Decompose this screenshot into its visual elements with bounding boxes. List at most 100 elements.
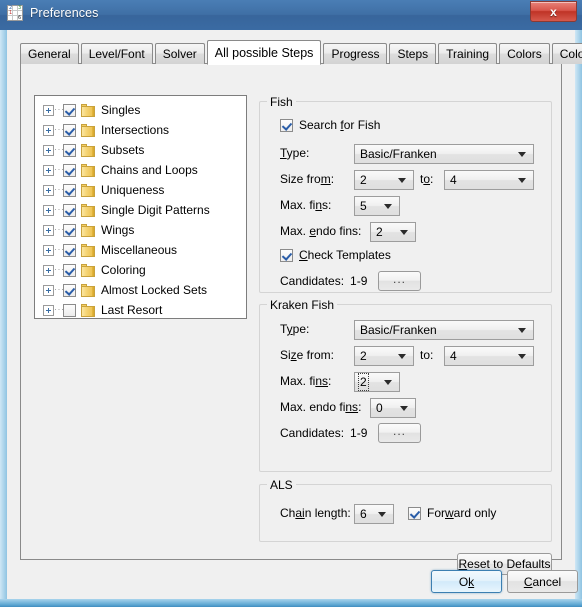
fish-size-from-combo[interactable]: 2 — [354, 170, 414, 190]
reset-to-defaults-label: Reset to Defaults — [458, 557, 551, 571]
tab-panel-all-possible-steps: ··· Singles ··· Intersections ··· Subsets ··· C… — [20, 63, 562, 575]
expand-plus-icon[interactable] — [43, 244, 54, 256]
tree-item-checkbox[interactable] — [63, 203, 76, 217]
tree-item-label: Singles — [101, 103, 141, 117]
tree-item[interactable]: ··· Single Digit Patterns — [35, 200, 246, 220]
tree-item-checkbox[interactable] — [63, 243, 76, 257]
tree-connector: ··· — [54, 303, 65, 314]
title-bar[interactable]: 2 3 1 6 Preferences x — [0, 0, 582, 30]
folder-icon — [81, 183, 95, 197]
tree-connector: ··· — [54, 103, 65, 114]
fish-candidates-label: Candidates: — [280, 274, 345, 288]
expand-plus-icon[interactable] — [43, 304, 54, 316]
chevron-down-icon — [518, 178, 526, 183]
folder-icon — [81, 103, 95, 117]
folder-icon — [81, 243, 95, 257]
tree-item[interactable]: ··· Subsets — [35, 140, 246, 160]
fish-size-to-combo[interactable]: 4 — [444, 170, 534, 190]
kraken-candidates-row: Candidates: 1-9 — [280, 426, 367, 440]
kraken-type-combo[interactable]: Basic/Franken — [354, 320, 534, 340]
tree-item-checkbox[interactable] — [63, 183, 76, 197]
tree-connector: ··· — [54, 123, 65, 134]
ok-button[interactable]: Ok — [431, 570, 502, 593]
ok-label: Ok — [458, 574, 475, 589]
tab-training[interactable]: Training — [438, 43, 498, 64]
tab-colors[interactable]: Colors — [499, 43, 550, 64]
tree-item[interactable]: ··· Miscellaneous — [35, 240, 246, 260]
tree-item-checkbox[interactable] — [63, 283, 76, 297]
kraken-size-to-combo[interactable]: 4 — [444, 346, 534, 366]
tab-colorku[interactable]: ColorKu — [551, 43, 582, 64]
fish-candidates-button[interactable]: ... — [378, 271, 421, 291]
tree-item-checkbox[interactable] — [63, 123, 76, 137]
kraken-max-endo-fins-value: 0 — [376, 401, 383, 415]
tab-general[interactable]: General — [20, 43, 79, 64]
tree-item[interactable]: ··· Singles — [35, 100, 246, 120]
check-templates-label: Check Templates — [299, 248, 391, 262]
tree-connector: ··· — [54, 283, 65, 294]
tree-item-checkbox[interactable] — [63, 103, 76, 117]
expand-plus-icon[interactable] — [43, 184, 54, 196]
tree-item[interactable]: ··· Uniqueness — [35, 180, 246, 200]
checkbox-box — [280, 118, 293, 132]
folder-icon — [81, 263, 95, 277]
tab-solver[interactable]: Solver — [154, 43, 205, 64]
expand-plus-icon[interactable] — [43, 104, 54, 116]
tree-item[interactable]: ··· Coloring — [35, 260, 246, 280]
checkbox-box — [280, 248, 293, 262]
tree-connector: ··· — [54, 263, 65, 274]
tree-connector: ··· — [54, 223, 65, 234]
expand-plus-icon[interactable] — [43, 144, 54, 156]
chevron-down-icon — [400, 406, 408, 411]
folder-icon — [81, 163, 95, 177]
tree-item[interactable]: ··· Intersections — [35, 120, 246, 140]
kraken-max-endo-fins-combo[interactable]: 0 — [370, 398, 416, 418]
tree-item[interactable]: ··· Last Resort — [35, 300, 246, 318]
kraken-group-legend: Kraken Fish — [267, 298, 338, 312]
forward-only-checkbox[interactable]: Forward only — [408, 506, 496, 520]
tree-item-checkbox[interactable] — [63, 303, 76, 317]
tree-item-checkbox[interactable] — [63, 143, 76, 157]
fish-max-fins-combo[interactable]: 5 — [354, 196, 400, 216]
kraken-candidates-button[interactable]: ... — [378, 423, 421, 443]
folder-icon — [81, 203, 95, 217]
expand-plus-icon[interactable] — [43, 284, 54, 296]
tree-item[interactable]: ··· Chains and Loops — [35, 160, 246, 180]
als-group-legend: ALS — [267, 478, 296, 492]
kraken-size-from-combo[interactable]: 2 — [354, 346, 414, 366]
tab-progress[interactable]: Progress — [323, 43, 388, 64]
als-chain-length-combo[interactable]: 6 — [354, 504, 394, 524]
fish-max-fins-value: 5 — [360, 199, 367, 213]
check-templates-checkbox[interactable]: Check Templates — [280, 248, 391, 262]
tree-item-label: Chains and Loops — [101, 163, 198, 177]
expand-plus-icon[interactable] — [43, 164, 54, 176]
chevron-down-icon — [400, 230, 408, 235]
window-frame-right — [575, 30, 582, 607]
tree-item[interactable]: ··· Wings — [35, 220, 246, 240]
cancel-button[interactable]: Cancel — [507, 570, 578, 593]
expand-plus-icon[interactable] — [43, 124, 54, 136]
kraken-type-label: Type: — [280, 322, 310, 336]
folder-icon — [81, 143, 95, 157]
expand-plus-icon[interactable] — [43, 224, 54, 236]
tree-item-checkbox[interactable] — [63, 263, 76, 277]
close-button[interactable]: x — [530, 1, 577, 22]
chevron-down-icon — [518, 328, 526, 333]
search-for-fish-checkbox[interactable]: Search for Fish — [280, 118, 380, 132]
tree-connector: ··· — [54, 163, 65, 174]
kraken-max-fins-label: Max. fins: — [280, 374, 332, 388]
fish-max-endo-fins-combo[interactable]: 2 — [370, 222, 416, 242]
tree-item-checkbox[interactable] — [63, 223, 76, 237]
technique-tree[interactable]: ··· Singles ··· Intersections ··· Subsets ··· C… — [34, 95, 247, 319]
tab-all-possible-steps[interactable]: All possible Steps — [206, 40, 322, 65]
tree-item-label: Wings — [101, 223, 135, 237]
folder-icon — [81, 283, 95, 297]
tab-steps[interactable]: Steps — [389, 43, 437, 64]
kraken-max-fins-combo[interactable]: 2 — [354, 372, 400, 392]
expand-plus-icon[interactable] — [43, 204, 54, 216]
tree-item-checkbox[interactable] — [63, 163, 76, 177]
fish-type-combo[interactable]: Basic/Franken — [354, 144, 534, 164]
tab-level-font[interactable]: Level/Font — [80, 43, 153, 64]
tree-item[interactable]: ··· Almost Locked Sets — [35, 280, 246, 300]
expand-plus-icon[interactable] — [43, 264, 54, 276]
